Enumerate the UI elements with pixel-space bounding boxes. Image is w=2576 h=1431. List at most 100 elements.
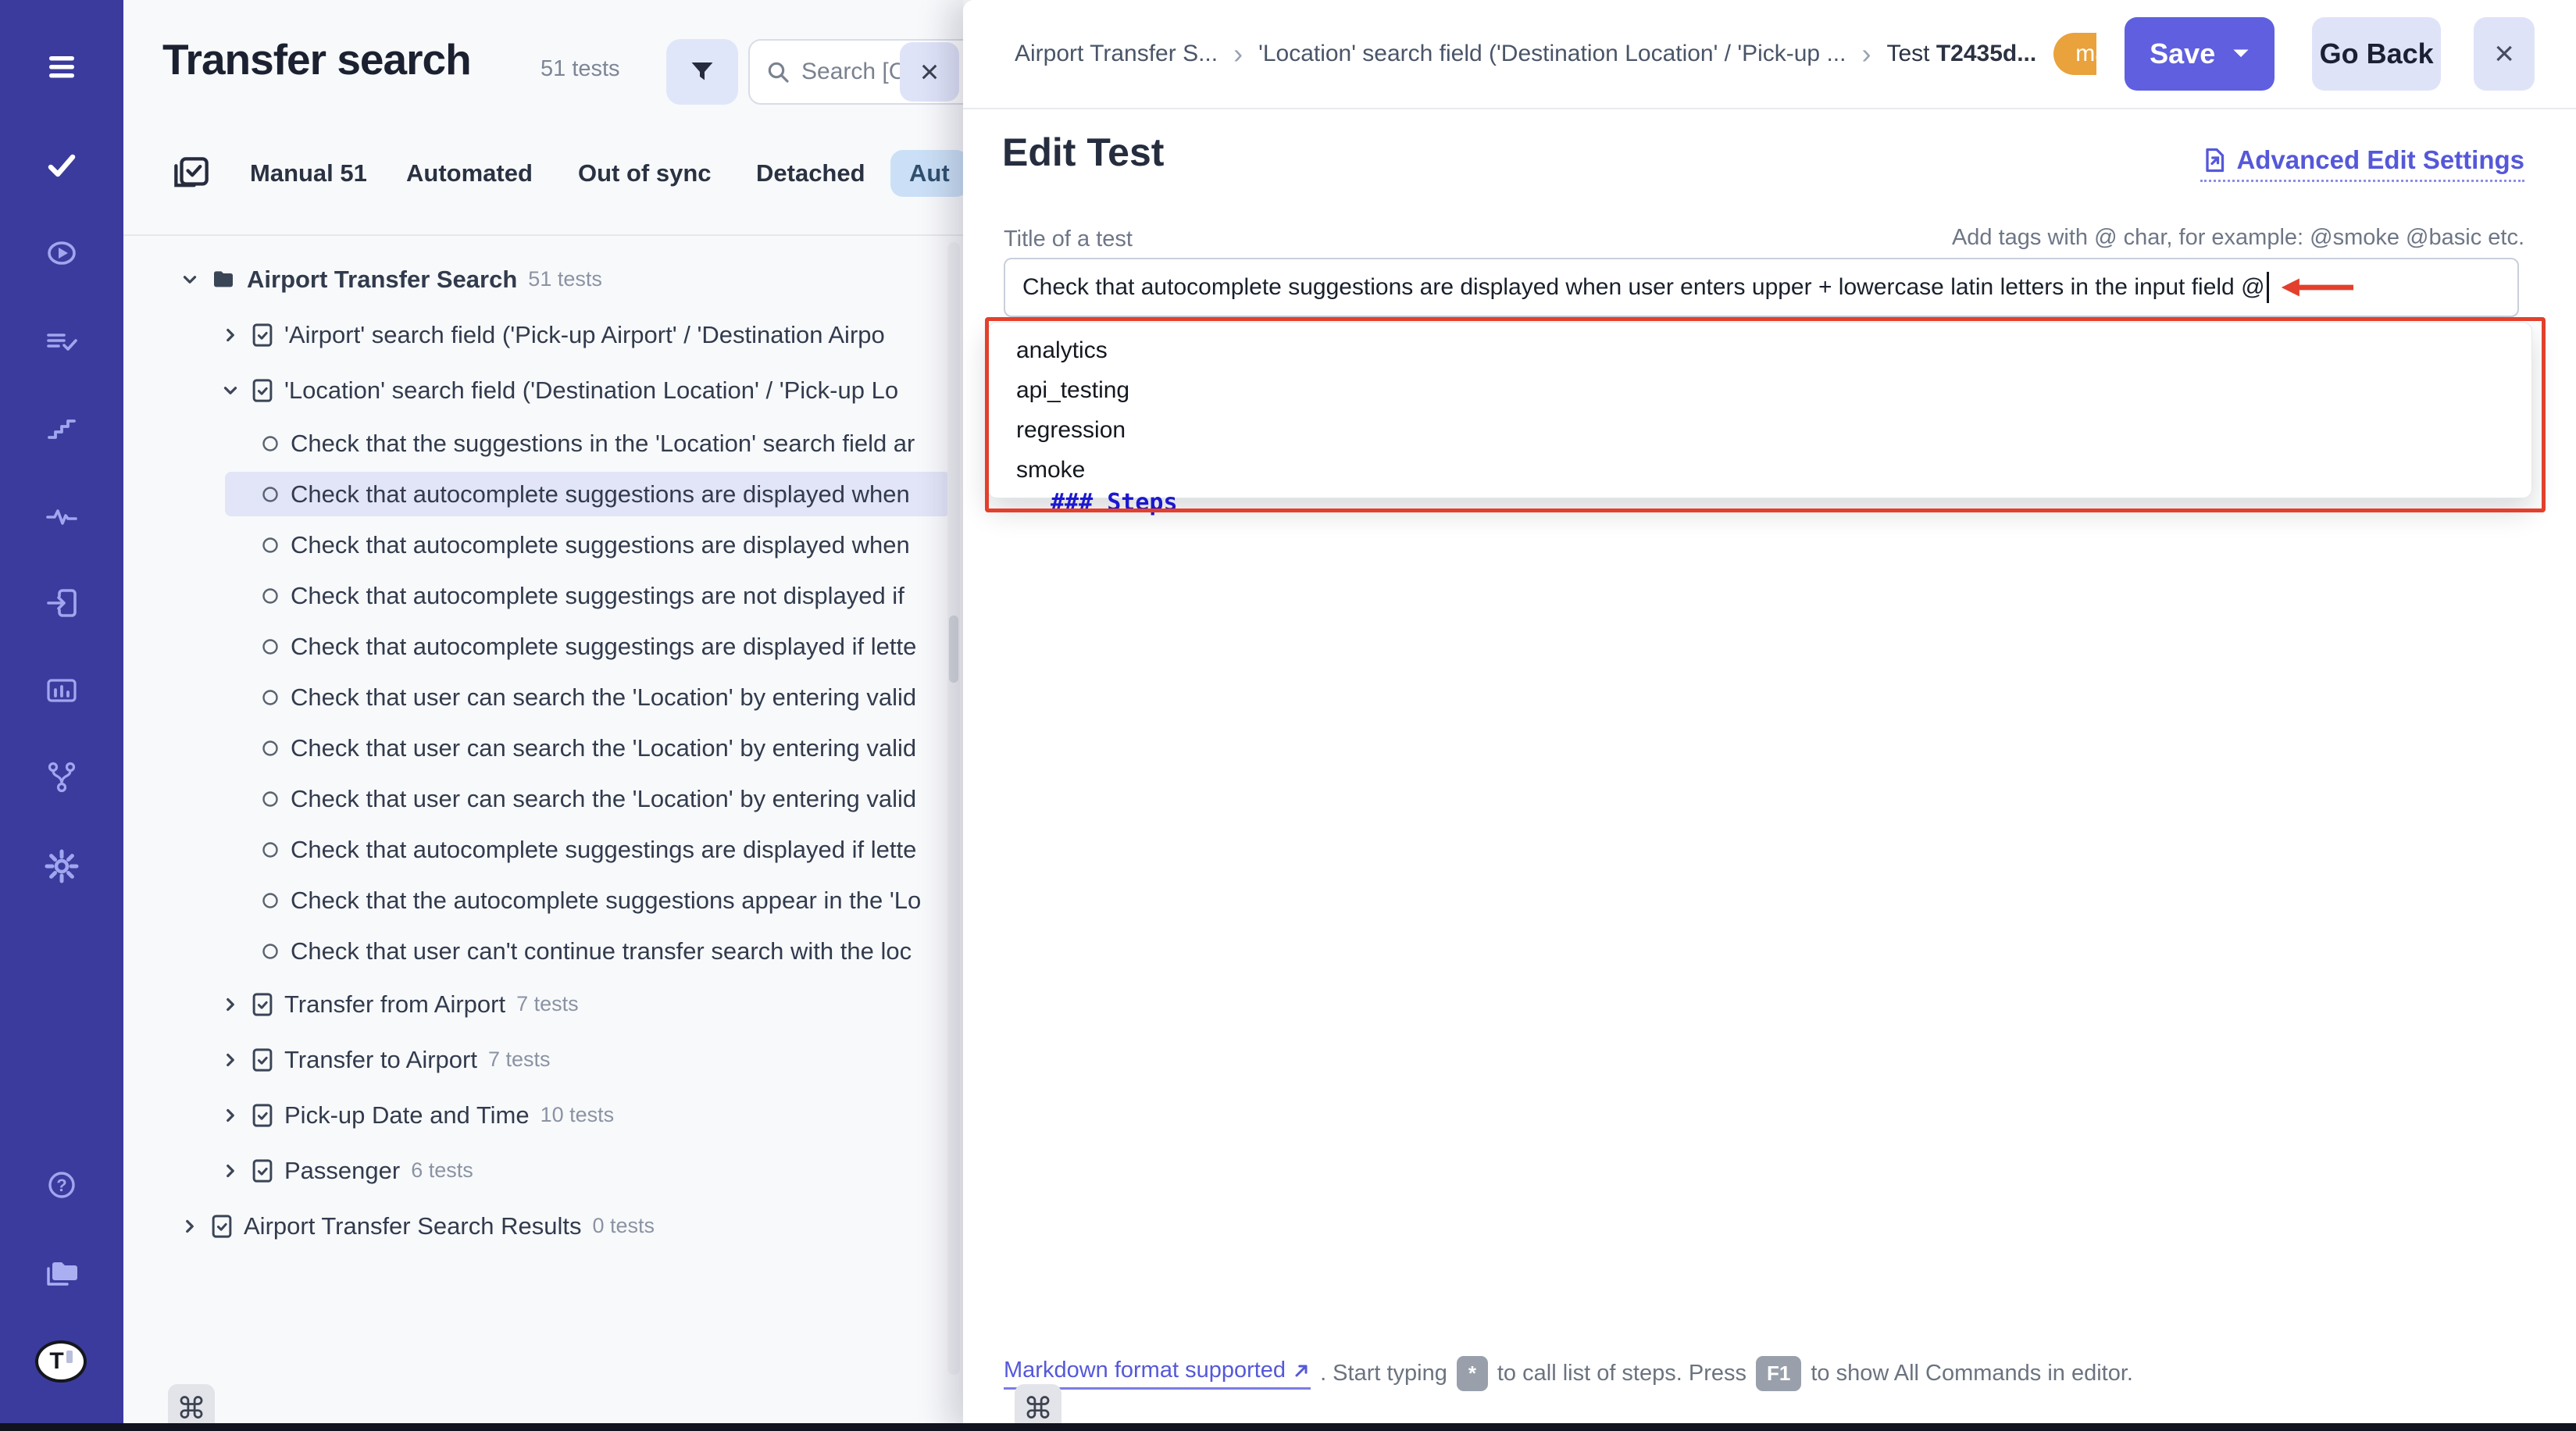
tree-test-row[interactable]: Check that user can search the 'Location… xyxy=(123,773,963,824)
tree-count: 0 tests xyxy=(592,1214,655,1238)
menu-icon[interactable] xyxy=(41,49,82,85)
manual-badge: manual xyxy=(2053,33,2096,75)
suite-tests-count: 51 tests xyxy=(541,56,620,82)
sign-in-icon[interactable] xyxy=(44,585,80,621)
tab-out-of-sync[interactable]: Out of sync xyxy=(578,159,712,187)
tree-label: Check that autocomplete suggestions are … xyxy=(291,480,910,509)
chevron-right-icon[interactable] xyxy=(220,1105,241,1126)
advanced-settings-icon xyxy=(2200,146,2228,174)
test-circle-icon xyxy=(261,790,280,808)
title-field-label: Title of a test xyxy=(1004,227,1133,252)
avatar-letter: T xyxy=(49,1348,63,1375)
tab-detached[interactable]: Detached xyxy=(756,159,865,187)
tree-label: Transfer to Airport xyxy=(284,1046,477,1074)
tree-scrollbar-thumb[interactable] xyxy=(949,616,958,683)
app-sidebar: ? T xyxy=(0,0,123,1431)
tabs-divider xyxy=(123,234,963,236)
tree-test-row[interactable]: Check that the suggestions in the 'Locat… xyxy=(123,418,963,469)
steps-icon[interactable] xyxy=(44,411,80,447)
advanced-edit-settings-link[interactable]: Advanced Edit Settings xyxy=(2200,145,2524,182)
tree-test-row[interactable]: Check that user can search the 'Location… xyxy=(123,672,963,723)
tree-label: Check that autocomplete suggestings are … xyxy=(291,836,916,864)
tree-label: Passenger xyxy=(284,1157,400,1185)
test-circle-icon xyxy=(261,434,280,453)
tree-label: Pick-up Date and Time xyxy=(284,1101,530,1129)
reports-icon[interactable] xyxy=(44,673,80,708)
tree-suite-row[interactable]: Airport Transfer Search Results 0 tests xyxy=(123,1198,963,1254)
tree-test-row[interactable]: Check that autocomplete suggestings are … xyxy=(123,570,963,621)
activity-icon[interactable] xyxy=(44,498,80,534)
tag-option-regression[interactable]: regression xyxy=(988,419,2531,442)
filter-button[interactable] xyxy=(666,39,738,105)
breadcrumb-project[interactable]: Airport Transfer S... xyxy=(1015,41,1218,67)
tree-suite-row[interactable]: 'Location' search field ('Destination Lo… xyxy=(123,362,963,418)
tree-label: Transfer from Airport xyxy=(284,990,505,1019)
tree-test-row[interactable]: Check that autocomplete suggestings are … xyxy=(123,824,963,875)
tree-test-row[interactable]: Check that the autocomplete suggestions … xyxy=(123,875,963,926)
tree-test-row[interactable]: Check that user can't continue transfer … xyxy=(123,926,963,976)
tree-label: Check that user can search the 'Location… xyxy=(291,734,916,762)
test-title-input[interactable]: Check that autocomplete suggestions are … xyxy=(1004,258,2519,317)
tree-label: Airport Transfer Search Results xyxy=(244,1212,581,1240)
tree-suite-row[interactable]: Passenger 6 tests xyxy=(123,1143,963,1198)
steps-markdown-heading: ### Steps xyxy=(1051,489,1178,516)
tree-test-row[interactable]: Check that user can search the 'Location… xyxy=(123,723,963,773)
tree-label: Check that user can't continue transfer … xyxy=(291,937,912,965)
test-circle-icon xyxy=(261,840,280,859)
integrations-icon[interactable] xyxy=(44,759,80,795)
select-all-icon[interactable] xyxy=(172,155,211,194)
tree-label: Airport Transfer Search xyxy=(247,266,517,294)
avatar[interactable]: T xyxy=(35,1340,87,1383)
suite-doc-icon xyxy=(252,1103,273,1128)
tab-manual[interactable]: Manual 51 xyxy=(250,159,367,187)
chevron-right-icon[interactable] xyxy=(180,1216,200,1237)
filter-tabs: Manual 51 Automated Out of sync Detached… xyxy=(123,153,963,200)
settings-gear-icon[interactable] xyxy=(44,848,80,884)
star-key-badge: * xyxy=(1457,1356,1488,1391)
chevron-right-icon[interactable] xyxy=(220,325,241,345)
chevron-down-icon[interactable] xyxy=(180,269,200,290)
tag-option-api-testing[interactable]: api_testing xyxy=(988,379,2531,402)
go-back-label: Go Back xyxy=(2320,37,2434,70)
close-button[interactable]: × xyxy=(2474,17,2535,91)
tab-chip-clipped[interactable]: Aut xyxy=(890,150,969,197)
save-dropdown-caret-icon[interactable] xyxy=(2232,48,2250,59)
tests-icon[interactable] xyxy=(44,148,80,184)
tree-folder-row[interactable]: Airport Transfer Search 51 tests xyxy=(123,252,963,307)
help-icon[interactable]: ? xyxy=(44,1167,80,1203)
chevron-right-icon[interactable] xyxy=(220,1050,241,1070)
advanced-edit-settings-label: Advanced Edit Settings xyxy=(2236,145,2524,175)
tree-suite-row[interactable]: Transfer to Airport 7 tests xyxy=(123,1032,963,1087)
funnel-icon xyxy=(688,58,716,86)
tree-label: Check that autocomplete suggestions are … xyxy=(291,531,910,559)
tree-test-row-selected[interactable]: Check that autocomplete suggestions are … xyxy=(123,469,963,519)
tag-option-analytics[interactable]: analytics xyxy=(988,339,2531,362)
go-back-button[interactable]: Go Back xyxy=(2312,17,2441,91)
tree-suite-row[interactable]: 'Airport' search field ('Pick-up Airport… xyxy=(123,307,963,362)
test-circle-icon xyxy=(261,536,280,555)
search-clear-button[interactable]: × xyxy=(900,42,959,102)
breadcrumb-test: Test T2435d... xyxy=(1886,41,2036,67)
tab-automated[interactable]: Automated xyxy=(406,159,533,187)
edit-test-topbar: Airport Transfer S... › 'Location' searc… xyxy=(963,0,2576,109)
chevron-down-icon[interactable] xyxy=(220,380,241,401)
edit-test-heading: Edit Test xyxy=(1002,130,1164,175)
tree-label: Check that user can search the 'Location… xyxy=(291,683,916,712)
test-runs-icon[interactable] xyxy=(44,235,80,271)
breadcrumb-suite[interactable]: 'Location' search field ('Destination Lo… xyxy=(1258,41,1846,67)
hint-text: to show All Commands in editor. xyxy=(1811,1361,2133,1386)
save-button[interactable]: Save xyxy=(2125,17,2275,91)
projects-folder-icon[interactable] xyxy=(44,1254,80,1290)
test-plans-icon[interactable] xyxy=(44,324,80,360)
tree-suite-row[interactable]: Pick-up Date and Time 10 tests xyxy=(123,1087,963,1143)
chevron-right-icon[interactable] xyxy=(220,994,241,1015)
test-circle-icon xyxy=(261,739,280,758)
tree-count: 6 tests xyxy=(411,1158,473,1183)
tag-option-smoke[interactable]: smoke xyxy=(988,459,2531,482)
tree-test-row[interactable]: Check that autocomplete suggestions are … xyxy=(123,519,963,570)
chevron-right-icon[interactable] xyxy=(220,1161,241,1181)
tree-suite-row[interactable]: Transfer from Airport 7 tests xyxy=(123,976,963,1032)
f1-key-badge: F1 xyxy=(1756,1356,1801,1391)
tree-test-row[interactable]: Check that autocomplete suggestings are … xyxy=(123,621,963,672)
tree-label: Check that autocomplete suggestings are … xyxy=(291,633,916,661)
